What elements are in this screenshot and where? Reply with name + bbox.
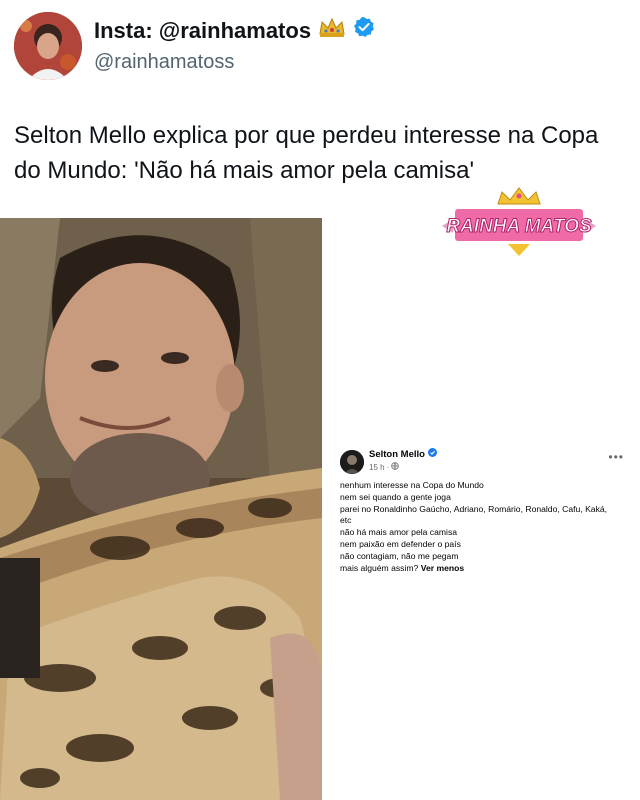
fb-line-text: mais alguém assim? [340,562,419,573]
author-info: Insta: @rainhamatos @rainhamatoss [94,16,375,74]
fb-line: nenhum interesse na Copa do Mundo [340,480,484,490]
see-less-link[interactable]: Ver menos [421,563,464,573]
svg-text:RAINHA MATOS: RAINHA MATOS [446,216,592,237]
fb-line: parei no Ronaldinho Gaúcho, Adriano, Rom… [340,503,608,514]
handle[interactable]: @rainhamatoss [94,51,375,74]
display-name[interactable]: Insta: @rainhamatos [94,16,375,45]
fb-author[interactable]: Selton Mello [369,448,437,460]
fb-line: não há mais amor pela camisa [340,527,458,538]
fb-verified-icon [427,448,437,460]
fb-avatar[interactable] [340,450,364,474]
fb-line: nem paixão em defender o país [340,538,461,549]
rainha-matos-logo: RAINHA MATOS [438,186,600,264]
verified-badge-icon [353,16,375,45]
fb-author-name: Selton Mello [369,448,425,460]
display-name-text: Insta: @rainhamatos [94,17,312,43]
fb-line: etc [340,515,352,526]
fb-post-body: nenhum interesse na Copa do Mundo nem se… [340,480,624,574]
tweet-media[interactable]: RAINHA MATOS Selton Mello 15 h · ••• nen… [0,187,640,800]
fb-timestamp[interactable]: 15 h · [369,462,400,472]
tweet-header: Insta: @rainhamatos @rainhamatoss [14,12,626,82]
photo-man-with-snake[interactable] [0,218,322,800]
globe-icon [391,462,400,472]
fb-line: nem sei quando a gente joga [340,491,451,502]
fb-line: não contagiam, não me pegam [340,550,459,561]
avatar[interactable] [14,12,82,80]
crown-icon [317,16,347,45]
fb-time: 15 h [369,462,385,472]
fb-line-last: mais alguém assim? Ver menos [340,563,624,575]
tweet-text: Selton Mello explica por que perdeu inte… [14,122,599,184]
more-options-icon[interactable]: ••• [608,450,624,464]
